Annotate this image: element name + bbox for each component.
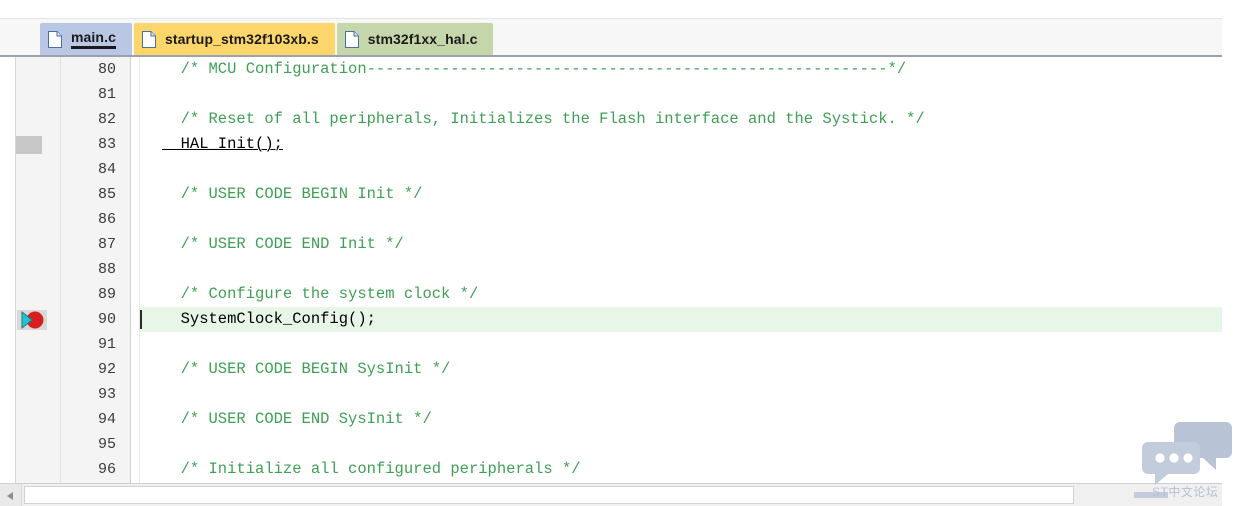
ruler-cell[interactable] bbox=[16, 207, 60, 232]
code-line[interactable]: /* USER CODE END SysInit */ bbox=[140, 407, 1222, 432]
line-number: 90 bbox=[97, 311, 116, 328]
code-text-area[interactable]: /* MCU Configuration--------------------… bbox=[140, 57, 1222, 483]
ruler-cell[interactable] bbox=[16, 382, 60, 407]
comment-text: /* USER CODE BEGIN Init */ bbox=[162, 185, 423, 203]
code-line[interactable]: HAL_Init(); bbox=[140, 132, 1222, 157]
code-token: SystemClock_Config(); bbox=[162, 310, 376, 328]
line-number: 88 bbox=[97, 261, 116, 278]
ruler-cell[interactable] bbox=[16, 282, 60, 307]
file-icon bbox=[344, 30, 359, 48]
code-line[interactable] bbox=[140, 382, 1222, 407]
line-number: 83 bbox=[97, 136, 116, 153]
line-number: 96 bbox=[97, 461, 116, 478]
ruler-cell[interactable] bbox=[16, 257, 60, 282]
horizontal-scrollbar[interactable] bbox=[0, 483, 1222, 506]
ruler-cell[interactable] bbox=[16, 182, 60, 207]
code-line[interactable]: /* USER CODE BEGIN SysInit */ bbox=[140, 357, 1222, 382]
editor-tab-label: stm32f1xx_hal.c bbox=[367, 31, 478, 47]
code-line[interactable] bbox=[140, 432, 1222, 457]
ruler-cell[interactable] bbox=[16, 457, 60, 482]
editor-screenshot: main.c startup_stm32f103xb.s stm32f1xx_hal… bbox=[0, 0, 1238, 506]
folding-ruler[interactable] bbox=[131, 57, 140, 483]
ruler-cell[interactable] bbox=[16, 57, 60, 82]
scrollbar-thumb[interactable] bbox=[24, 486, 1074, 504]
comment-text: /* USER CODE END SysInit */ bbox=[162, 410, 432, 428]
code-line[interactable]: /* MCU Configuration--------------------… bbox=[140, 57, 1222, 82]
file-icon bbox=[141, 30, 156, 48]
editor-tab-label: main.c bbox=[71, 29, 116, 49]
code-line[interactable]: SystemClock_Config(); bbox=[140, 307, 1222, 332]
line-number: 89 bbox=[97, 286, 116, 303]
line-number: 85 bbox=[97, 186, 116, 203]
comment-text: /* Initialize all configured peripherals… bbox=[162, 460, 581, 478]
line-number: 80 bbox=[97, 61, 116, 78]
code-line[interactable]: /* Initialize all configured peripherals… bbox=[140, 457, 1222, 482]
code-line[interactable]: /* USER CODE END Init */ bbox=[140, 232, 1222, 257]
occurrence-marker-box bbox=[16, 136, 42, 154]
line-number: 92 bbox=[97, 361, 116, 378]
ruler-cell[interactable] bbox=[16, 407, 60, 432]
editor-tab-label: startup_stm32f103xb.s bbox=[164, 31, 319, 47]
occurrence-marker[interactable] bbox=[16, 132, 60, 157]
ruler-cell[interactable] bbox=[16, 332, 60, 357]
annotation-strip bbox=[0, 57, 16, 483]
chevron-left-icon bbox=[7, 492, 13, 500]
window-top-strip bbox=[0, 0, 1222, 19]
line-number: 82 bbox=[97, 111, 116, 128]
editor-tab-main-c[interactable]: main.c bbox=[40, 23, 132, 55]
code-line[interactable] bbox=[140, 332, 1222, 357]
comment-text: /* Configure the system clock */ bbox=[162, 285, 479, 303]
line-number: 94 bbox=[97, 411, 116, 428]
code-line[interactable]: /* USER CODE BEGIN Init */ bbox=[140, 182, 1222, 207]
code-line[interactable] bbox=[140, 82, 1222, 107]
editor-tab-stm32f1xx-hal-c[interactable]: stm32f1xx_hal.c bbox=[336, 23, 494, 55]
code-line[interactable] bbox=[140, 257, 1222, 282]
function-call-token[interactable]: HAL_Init(); bbox=[162, 135, 283, 153]
line-number: 91 bbox=[97, 336, 116, 353]
breakpoint-icon[interactable] bbox=[17, 310, 47, 330]
comment-text: /* Reset of all peripherals, Initializes… bbox=[162, 110, 925, 128]
editor-tab-startup-stm32f103xb-s[interactable]: startup_stm32f103xb.s bbox=[133, 23, 335, 55]
right-margin bbox=[1222, 0, 1238, 506]
editor-tabs: main.c startup_stm32f103xb.s stm32f1xx_hal… bbox=[40, 21, 495, 55]
ruler-cell[interactable] bbox=[16, 432, 60, 457]
code-line[interactable] bbox=[140, 157, 1222, 182]
code-line[interactable] bbox=[140, 207, 1222, 232]
ruler-cell[interactable] bbox=[16, 107, 60, 132]
comment-text: /* USER CODE END Init */ bbox=[162, 235, 404, 253]
line-number: 95 bbox=[97, 436, 116, 453]
ruler-cell[interactable] bbox=[16, 82, 60, 107]
line-number-ruler: 80 81 82 83 84 85 86 87 88 89 90 91 92 93 94 95 96 bbox=[61, 57, 131, 483]
comment-text: /* USER CODE BEGIN SysInit */ bbox=[162, 360, 451, 378]
scroll-left-button[interactable] bbox=[0, 484, 22, 506]
code-line[interactable]: /* Configure the system clock */ bbox=[140, 282, 1222, 307]
text-caret bbox=[140, 310, 142, 329]
ruler-cell[interactable] bbox=[16, 157, 60, 182]
code-line[interactable]: /* Reset of all peripherals, Initializes… bbox=[140, 107, 1222, 132]
editor-tab-bar: main.c startup_stm32f103xb.s stm32f1xx_hal… bbox=[0, 19, 1222, 57]
line-number: 87 bbox=[97, 236, 116, 253]
file-icon bbox=[48, 30, 62, 48]
line-number: 93 bbox=[97, 386, 116, 403]
line-number: 86 bbox=[97, 211, 116, 228]
ruler-cell[interactable] bbox=[16, 357, 60, 382]
line-number: 81 bbox=[97, 86, 116, 103]
code-editor[interactable]: 80 81 82 83 84 85 86 87 88 89 90 91 92 93 94 95 96 /* MC… bbox=[0, 57, 1222, 483]
line-number: 84 bbox=[97, 161, 116, 178]
comment-text: /* MCU Configuration--------------------… bbox=[162, 60, 907, 78]
breakpoint-marker[interactable] bbox=[16, 307, 60, 332]
breakpoint-ruler[interactable] bbox=[16, 57, 61, 483]
ruler-cell[interactable] bbox=[16, 232, 60, 257]
